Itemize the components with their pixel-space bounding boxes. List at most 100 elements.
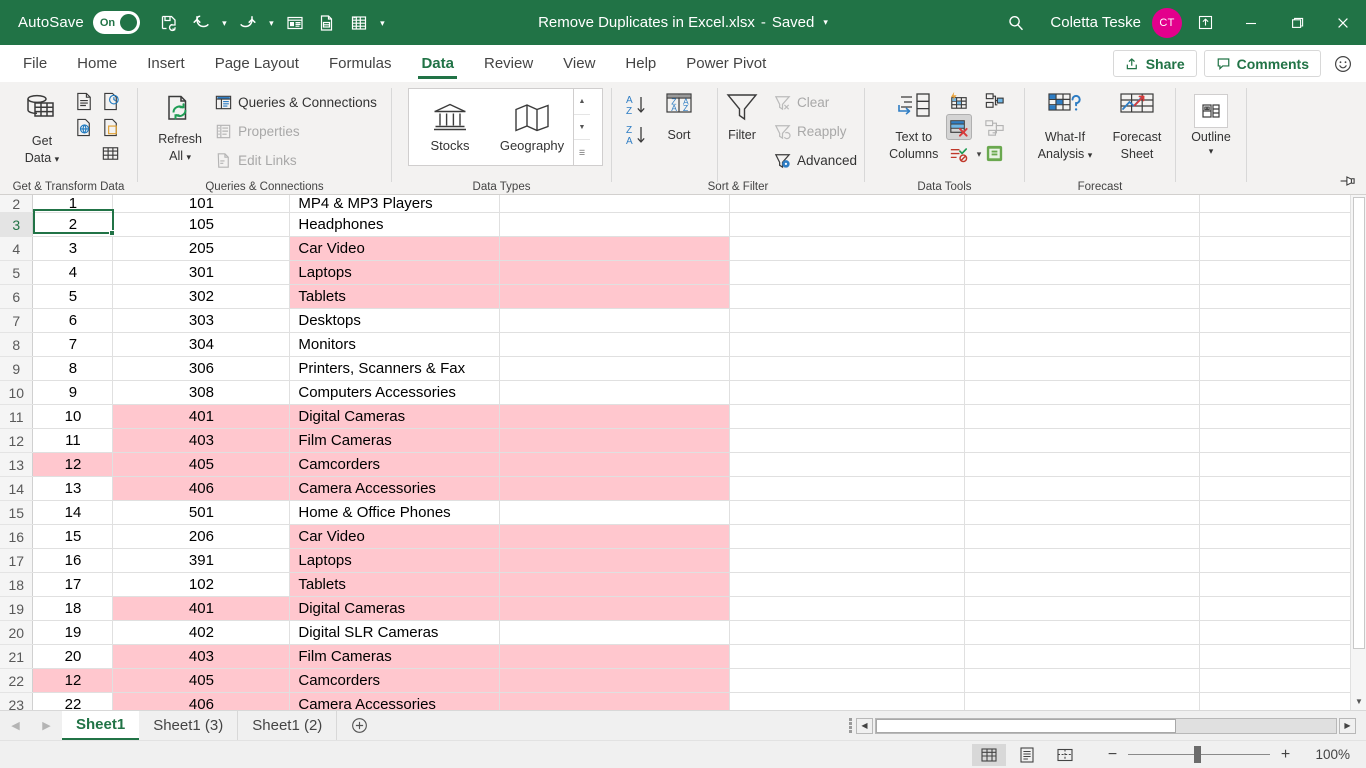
document-title[interactable]: Remove Duplicates in Excel.xlsx [538, 14, 755, 31]
table-row[interactable]: 11 10 401 Digital Cameras [0, 404, 1366, 429]
row-header[interactable]: 11 [0, 404, 34, 429]
table-row[interactable]: 21 20 403 Film Cameras [0, 644, 1366, 669]
cell-f[interactable] [964, 212, 1201, 237]
cell-e[interactable] [729, 620, 966, 645]
cell-c[interactable]: Camera Accessories [289, 476, 501, 501]
cell-a[interactable]: 6 [32, 308, 114, 333]
cell-d[interactable] [499, 620, 731, 645]
undo-dropdown-icon[interactable]: ▾ [218, 8, 231, 38]
cell-g[interactable] [1199, 596, 1366, 621]
cell-b[interactable]: 102 [112, 572, 291, 597]
cell-e[interactable] [729, 404, 966, 429]
forecast-sheet-button[interactable]: Forecast Sheet [1102, 86, 1172, 162]
cell-a[interactable]: 12 [32, 452, 114, 477]
hscroll-thumb[interactable] [876, 718, 1176, 733]
consolidate-icon[interactable] [981, 88, 1007, 114]
user-name[interactable]: Coletta Teske [1050, 14, 1141, 31]
advanced-filter-button[interactable]: Advanced [770, 146, 860, 175]
cell-a[interactable]: 18 [32, 596, 114, 621]
avatar[interactable]: CT [1152, 7, 1182, 38]
cell-f[interactable] [964, 284, 1201, 309]
data-types-scroll[interactable]: ▲ ▼ ☰ [573, 89, 590, 165]
cell-g[interactable] [1199, 260, 1366, 285]
cell-b[interactable]: 403 [112, 428, 291, 453]
redo-icon[interactable] [233, 8, 263, 38]
cell-f[interactable] [964, 596, 1201, 621]
cell-e[interactable] [729, 356, 966, 381]
cell-g[interactable] [1199, 692, 1366, 710]
cell-g[interactable] [1199, 572, 1366, 597]
title-dropdown-icon[interactable]: ▾ [823, 17, 828, 28]
cell-g[interactable] [1199, 236, 1366, 261]
table-row[interactable]: 6 5 302 Tablets [0, 284, 1366, 309]
row-header[interactable]: 17 [0, 548, 34, 573]
table-row[interactable]: 3 2 105 Headphones [0, 212, 1366, 237]
cell-d[interactable] [499, 524, 731, 549]
tab-insert[interactable]: Insert [132, 45, 200, 82]
table-row[interactable]: 2 1 101 MP4 & MP3 Players [0, 195, 1366, 213]
cell-g[interactable] [1199, 212, 1366, 237]
cell-c[interactable]: Desktops [289, 308, 501, 333]
cell-d[interactable] [499, 572, 731, 597]
cell-d[interactable] [499, 380, 731, 405]
cell-f[interactable] [964, 620, 1201, 645]
tab-data[interactable]: Data [406, 45, 469, 82]
cell-b[interactable]: 302 [112, 284, 291, 309]
zoom-level-label[interactable]: 100% [1308, 747, 1350, 762]
share-button[interactable]: Share [1112, 50, 1197, 77]
gallery-more-icon[interactable]: ☰ [574, 140, 590, 165]
cell-a[interactable]: 13 [32, 476, 114, 501]
data-validation-icon[interactable] [946, 142, 972, 168]
cell-c[interactable]: Digital Cameras [289, 404, 501, 429]
save-icon[interactable] [154, 8, 184, 38]
cell-g[interactable] [1199, 356, 1366, 381]
cell-f[interactable] [964, 476, 1201, 501]
cell-g[interactable] [1199, 404, 1366, 429]
row-header[interactable]: 23 [0, 692, 34, 710]
cell-e[interactable] [729, 308, 966, 333]
cell-d[interactable] [499, 260, 731, 285]
cell-c[interactable]: Computers Accessories [289, 380, 501, 405]
row-header[interactable]: 20 [0, 620, 34, 645]
cell-d[interactable] [499, 428, 731, 453]
gallery-scroll-up-icon[interactable]: ▲ [574, 89, 590, 115]
cell-d[interactable] [499, 668, 731, 693]
row-header[interactable]: 10 [0, 380, 34, 405]
cell-b[interactable]: 406 [112, 476, 291, 501]
cell-b[interactable]: 405 [112, 668, 291, 693]
cell-a[interactable]: 16 [32, 548, 114, 573]
cell-b[interactable]: 501 [112, 500, 291, 525]
row-header[interactable]: 16 [0, 524, 34, 549]
cell-a[interactable]: 14 [32, 500, 114, 525]
cell-g[interactable] [1199, 332, 1366, 357]
cell-g[interactable] [1199, 524, 1366, 549]
cell-d[interactable] [499, 548, 731, 573]
cell-e[interactable] [729, 260, 966, 285]
table-row[interactable]: 14 13 406 Camera Accessories [0, 476, 1366, 501]
cell-c[interactable]: Film Cameras [289, 428, 501, 453]
cell-d[interactable] [499, 332, 731, 357]
cell-g[interactable] [1199, 428, 1366, 453]
tab-review[interactable]: Review [469, 45, 548, 82]
sort-ascending-icon[interactable]: A Z [622, 90, 652, 120]
cell-c[interactable]: Laptops [289, 548, 501, 573]
cell-d[interactable] [499, 476, 731, 501]
cell-e[interactable] [729, 596, 966, 621]
table-row[interactable]: 7 6 303 Desktops [0, 308, 1366, 333]
cell-d[interactable] [499, 236, 731, 261]
redo-dropdown-icon[interactable]: ▾ [265, 8, 278, 38]
geography-button[interactable]: Geography [491, 89, 573, 165]
cell-a[interactable]: 17 [32, 572, 114, 597]
cell-e[interactable] [729, 284, 966, 309]
flash-fill-icon[interactable] [946, 88, 972, 114]
minimize-button[interactable] [1228, 0, 1274, 45]
feedback-smiley-icon[interactable] [1328, 49, 1358, 79]
cell-f[interactable] [964, 668, 1201, 693]
restore-ribbon-icon[interactable] [1182, 0, 1228, 45]
table-row[interactable]: 18 17 102 Tablets [0, 572, 1366, 597]
cell-d[interactable] [499, 500, 731, 525]
add-sheet-button[interactable] [337, 711, 381, 740]
table-row[interactable]: 15 14 501 Home & Office Phones [0, 500, 1366, 525]
cell-a[interactable]: 1 [32, 195, 114, 213]
cell-f[interactable] [964, 380, 1201, 405]
